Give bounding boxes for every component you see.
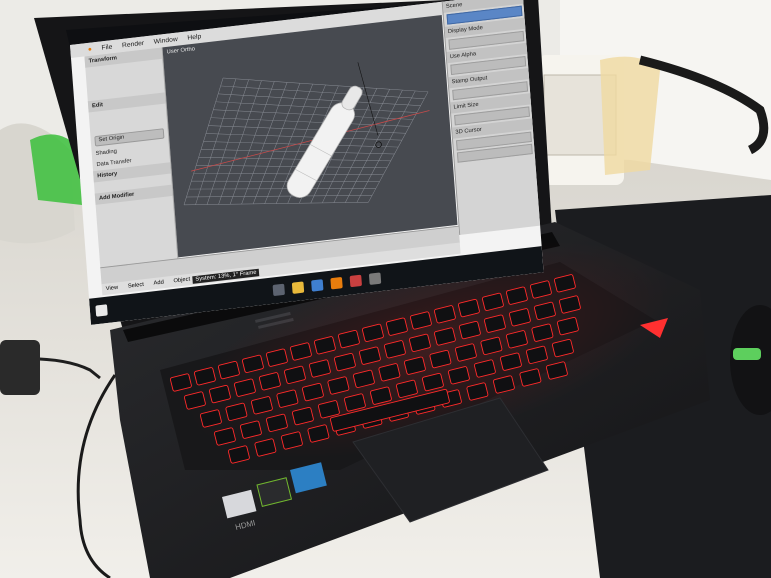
menu-help[interactable]: Help (187, 33, 201, 41)
menu-file[interactable]: File (101, 43, 112, 51)
grid-line (183, 202, 369, 206)
floor-grid (183, 77, 429, 206)
grid-line (368, 91, 429, 203)
orange-bag (600, 56, 660, 175)
app-icon[interactable] (368, 272, 382, 285)
app-icon[interactable] (349, 274, 363, 288)
3d-cursor-icon (375, 141, 382, 148)
browser-icon[interactable] (311, 279, 324, 292)
menu-add[interactable]: Add (153, 280, 164, 287)
screen-ui: ● File Render Window Help Transform Edit… (70, 0, 544, 325)
search-icon[interactable] (272, 283, 285, 297)
z-axis-line (357, 62, 379, 136)
mouse-light (733, 348, 761, 360)
menu-select[interactable]: Select (128, 282, 144, 289)
keys-on-desk (0, 340, 40, 395)
file-explorer-icon[interactable] (291, 281, 305, 294)
grid-line (356, 90, 416, 203)
3d-viewport[interactable]: User Ortho (162, 14, 458, 258)
menu-render[interactable]: Render (122, 40, 145, 49)
viewport-scene (183, 62, 430, 206)
menu-window[interactable]: Window (154, 36, 178, 45)
windows-start-icon[interactable] (95, 304, 108, 317)
bottle-model (286, 85, 363, 198)
menu-object[interactable]: Object (173, 277, 190, 285)
blender-logo-icon[interactable]: ● (88, 46, 93, 53)
menu-view[interactable]: View (106, 285, 119, 292)
app-icon[interactable] (330, 276, 343, 290)
